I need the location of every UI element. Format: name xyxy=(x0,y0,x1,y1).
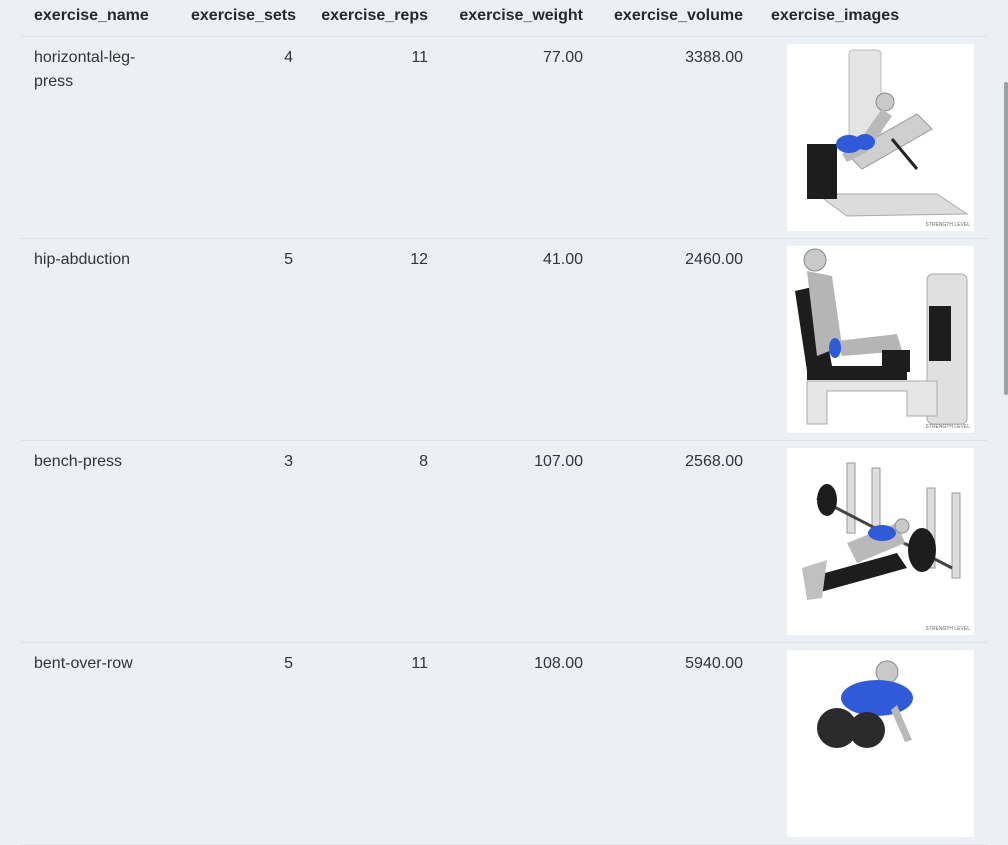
cell-exercise-weight: 41.00 xyxy=(442,238,597,441)
cell-exercise-sets: 5 xyxy=(177,642,307,845)
vertical-scrollbar[interactable] xyxy=(1004,82,1008,395)
cell-exercise-name: bent-over-row xyxy=(20,642,177,845)
table-row: bench-press 3 8 107.00 2568.00 STRENGTH … xyxy=(20,440,988,643)
cell-exercise-image: STRENGTH LEVEL xyxy=(757,36,988,239)
cell-exercise-volume: 2460.00 xyxy=(597,238,757,441)
cell-exercise-image xyxy=(757,642,988,845)
exercise-table: exercise_name exercise_sets exercise_rep… xyxy=(20,0,988,845)
bent-over-row-image xyxy=(787,650,974,837)
cell-exercise-reps: 12 xyxy=(307,238,442,441)
leg-press-image: STRENGTH LEVEL xyxy=(787,44,974,231)
hip-abduction-image: STRENGTH LEVEL xyxy=(787,246,974,433)
cell-exercise-sets: 5 xyxy=(177,238,307,441)
column-header-exercise-weight[interactable]: exercise_weight xyxy=(442,0,597,37)
cell-exercise-volume: 5940.00 xyxy=(597,642,757,845)
table-header-row: exercise_name exercise_sets exercise_rep… xyxy=(20,0,988,37)
table-row: bent-over-row 5 11 108.00 5940.00 xyxy=(20,642,988,845)
column-header-exercise-volume[interactable]: exercise_volume xyxy=(597,0,757,37)
cell-exercise-name: hip-abduction xyxy=(20,238,177,441)
table-row: horizontal-leg-press 4 11 77.00 3388.00 xyxy=(20,36,988,239)
cell-exercise-reps: 11 xyxy=(307,642,442,845)
cell-exercise-sets: 4 xyxy=(177,36,307,239)
table-row: hip-abduction 5 12 41.00 2460.00 STRENGT… xyxy=(20,238,988,441)
cell-exercise-name: bench-press xyxy=(20,440,177,643)
cell-exercise-weight: 77.00 xyxy=(442,36,597,239)
cell-exercise-volume: 2568.00 xyxy=(597,440,757,643)
cell-exercise-name: horizontal-leg-press xyxy=(20,36,177,239)
cell-exercise-reps: 8 xyxy=(307,440,442,643)
column-header-exercise-reps[interactable]: exercise_reps xyxy=(307,0,442,37)
cell-exercise-sets: 3 xyxy=(177,440,307,643)
cell-exercise-weight: 107.00 xyxy=(442,440,597,643)
column-header-exercise-name[interactable]: exercise_name xyxy=(20,0,177,37)
column-header-exercise-images[interactable]: exercise_images xyxy=(757,0,988,37)
bench-press-image: STRENGTH LEVEL xyxy=(787,448,974,635)
cell-exercise-reps: 11 xyxy=(307,36,442,239)
cell-exercise-weight: 108.00 xyxy=(442,642,597,845)
cell-exercise-volume: 3388.00 xyxy=(597,36,757,239)
cell-exercise-image: STRENGTH LEVEL xyxy=(757,238,988,441)
column-header-exercise-sets[interactable]: exercise_sets xyxy=(177,0,307,37)
cell-exercise-image: STRENGTH LEVEL xyxy=(757,440,988,643)
